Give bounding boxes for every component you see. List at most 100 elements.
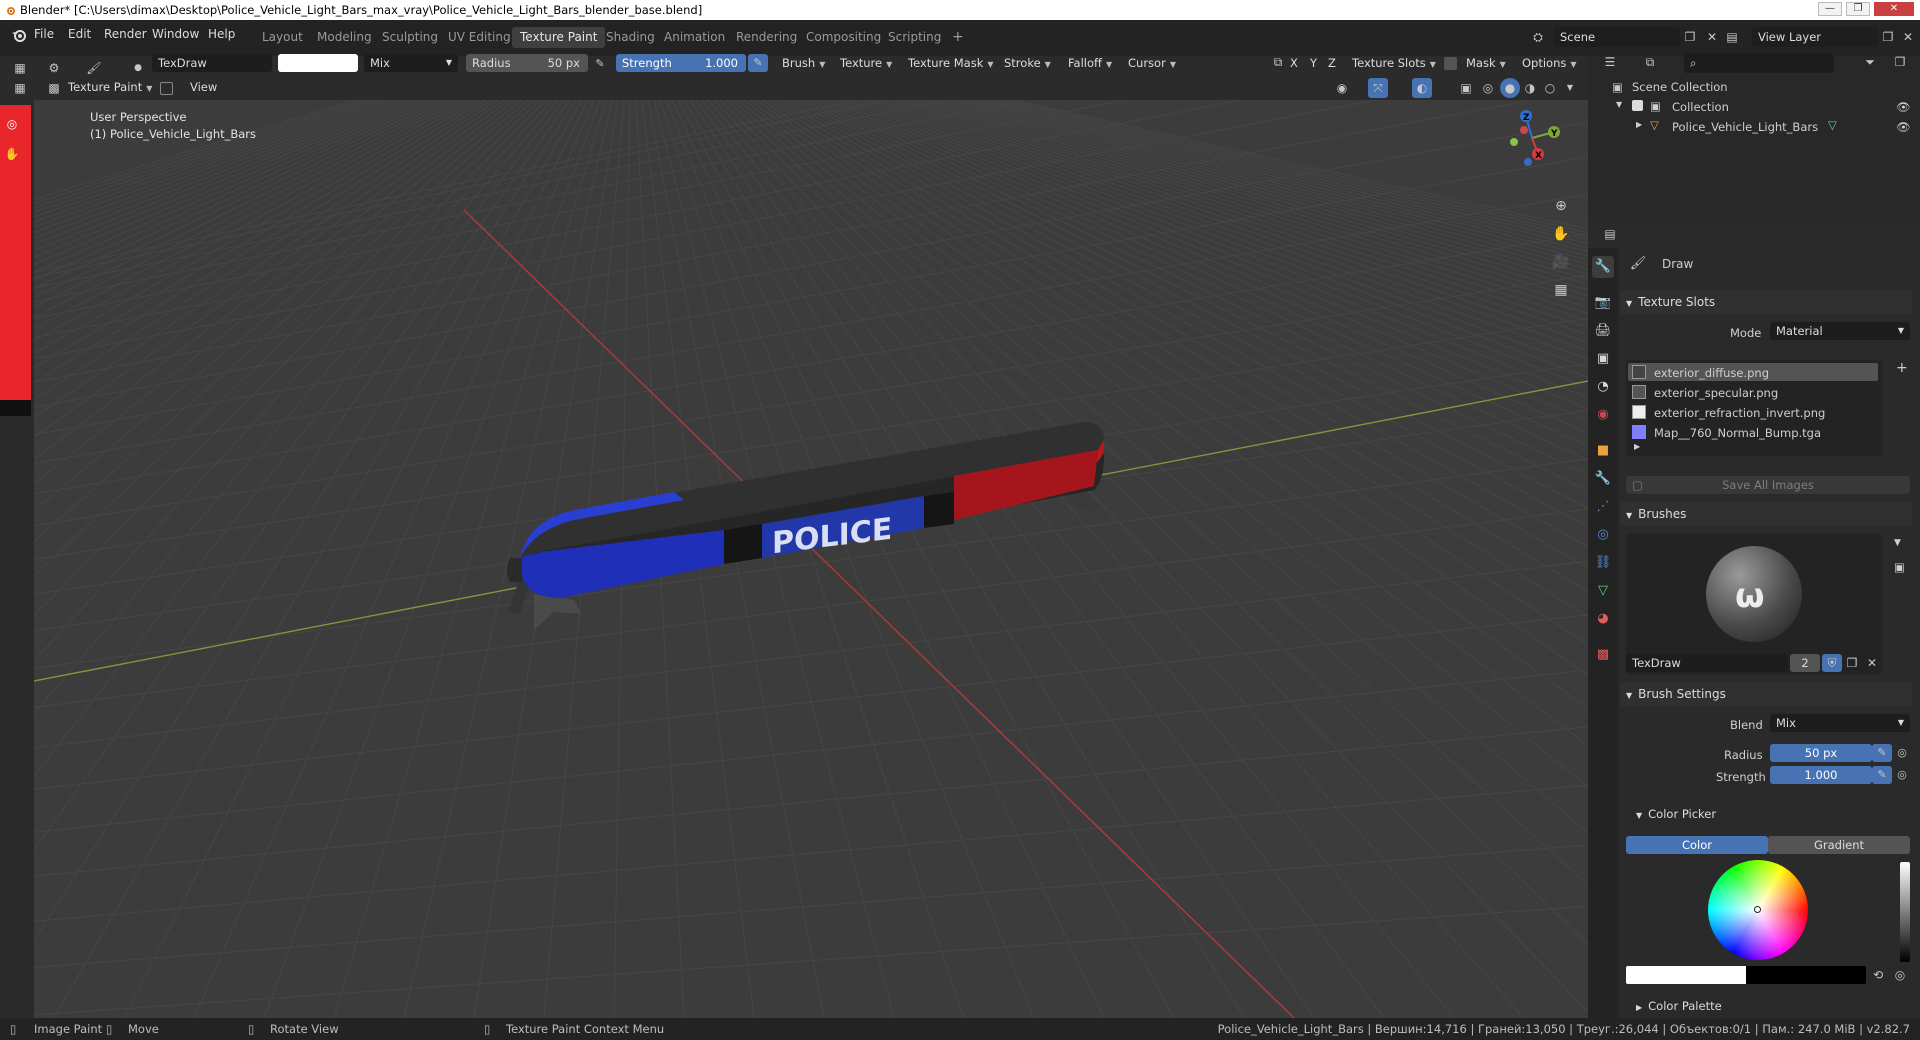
radius-pressure-toggle-icon[interactable]: ✎ <box>1872 744 1892 762</box>
police-light-bar-object[interactable]: POLICE <box>507 422 1105 630</box>
navigation-gizmo[interactable]: Z Y X <box>1486 102 1578 178</box>
color-picker-subpanel-header[interactable]: ▼ Color Picker <box>1636 804 1716 824</box>
texture-slot-item[interactable]: exterior_diffuse.png <box>1654 366 1769 380</box>
menu-window[interactable]: Window <box>152 27 199 41</box>
wireframe-shading-icon[interactable]: ◎ <box>1478 78 1498 98</box>
fake-user-icon[interactable]: ● <box>128 58 148 78</box>
outliner-object[interactable]: Police_Vehicle_Light_Bars <box>1672 120 1818 134</box>
list-expand-icon[interactable]: ▶ <box>1634 442 1640 451</box>
tab-animation[interactable]: Animation <box>656 27 733 48</box>
texture-slots-panel-header[interactable]: ▼ Texture Slots <box>1620 290 1912 314</box>
mask-checkbox[interactable] <box>1444 57 1457 70</box>
radius-setting-field[interactable]: 50 px <box>1770 744 1872 762</box>
tab-uv-editing[interactable]: UV Editing <box>440 27 519 48</box>
color-wheel-cursor[interactable] <box>1754 906 1761 913</box>
object-expand-icon[interactable]: ▶ <box>1636 120 1642 129</box>
color-tab[interactable]: Color <box>1626 836 1768 854</box>
texture-slot-item[interactable]: Map__760_Normal_Bump.tga <box>1654 426 1821 440</box>
tab-material-icon[interactable]: ◕ <box>1592 608 1614 630</box>
blend-mode-dropdown[interactable]: Mix ▼ <box>364 54 458 72</box>
strength-field[interactable]: Strength 1.000 <box>616 54 746 72</box>
brush-blend-dropdown[interactable]: Mix ▼ <box>1770 714 1910 732</box>
brush-browse-icon[interactable]: ▣ <box>1894 560 1905 574</box>
editor-type-icon[interactable]: ▦ <box>10 58 30 78</box>
rendered-shading-icon[interactable]: ○ <box>1540 78 1560 98</box>
tab-scene-icon[interactable]: ◔ <box>1592 376 1614 398</box>
texture-slot-mode-dropdown[interactable]: Material ▼ <box>1770 322 1910 340</box>
view-menu[interactable]: View <box>190 76 217 98</box>
unlink-brush-icon[interactable]: ✕ <box>1862 654 1882 672</box>
cursor-dropdown[interactable]: Cursor ▼ <box>1128 52 1176 74</box>
collection-expand-icon[interactable]: ▼ <box>1616 100 1622 109</box>
strength-pressure-icon[interactable]: ✎ <box>748 54 768 72</box>
radius-unit-icon[interactable]: ◎ <box>1892 744 1912 762</box>
brush-dropdown[interactable]: Brush ▼ <box>782 52 825 74</box>
sample-icon[interactable]: ◎ <box>2 114 22 134</box>
outliner-editor-icon[interactable]: ☰ <box>1600 52 1620 72</box>
add-workspace-icon[interactable]: + <box>944 27 972 48</box>
tab-modeling[interactable]: Modeling <box>309 27 380 48</box>
fake-user-shield-icon[interactable]: ⛨ <box>1822 654 1842 672</box>
collection-checkbox[interactable] <box>1632 100 1643 111</box>
brush-color-swatch[interactable] <box>278 54 358 72</box>
close-button[interactable]: ✕ <box>1874 2 1914 16</box>
material-shading-icon[interactable]: ◑ <box>1520 78 1540 98</box>
texture-slot-item[interactable]: exterior_refraction_invert.png <box>1654 406 1825 420</box>
gizmo-toggle-icon[interactable]: ⤧ <box>1368 78 1388 98</box>
tab-compositing[interactable]: Compositing <box>798 27 889 48</box>
tab-data-icon[interactable]: ▽ <box>1592 580 1614 602</box>
strength-setting-field[interactable]: 1.000 <box>1770 766 1872 784</box>
tab-modifier-icon[interactable]: 🔧 <box>1592 468 1614 490</box>
tab-physics-icon[interactable]: ◎ <box>1592 524 1614 546</box>
texture-dropdown[interactable]: Texture ▼ <box>840 52 892 74</box>
shading-options-icon[interactable]: ▼ <box>1560 78 1580 98</box>
new-collection-icon[interactable]: ❐ <box>1890 52 1910 72</box>
add-texture-slot-icon[interactable]: + <box>1896 360 1908 376</box>
brushes-panel-header[interactable]: ▼ Brushes <box>1620 502 1912 526</box>
brush-name-field[interactable]: TexDraw <box>152 54 272 72</box>
brush-users-count[interactable]: 2 <box>1790 654 1820 672</box>
brush-list-expand-icon[interactable]: ▼ <box>1894 538 1901 548</box>
duplicate-brush-icon[interactable]: ❐ <box>1842 654 1862 672</box>
tab-output-icon[interactable]: 🖨 <box>1592 320 1614 342</box>
minimize-button[interactable]: — <box>1818 2 1842 16</box>
filter-icon[interactable]: ⏷ <box>1860 52 1880 72</box>
viewport-editor-icon[interactable]: ▦ <box>10 78 30 98</box>
color-palette-subpanel-header[interactable]: ▶ Color Palette <box>1636 996 1722 1016</box>
texture-slot-item[interactable]: exterior_specular.png <box>1654 386 1778 400</box>
tab-tool-icon[interactable]: 🔧 <box>1592 256 1614 278</box>
view-layer-icon[interactable]: ▤ <box>1722 27 1742 47</box>
properties-editor-icon[interactable]: ▤ <box>1600 224 1620 244</box>
tab-scripting[interactable]: Scripting <box>880 27 949 48</box>
swap-colors-icon[interactable]: ⟲ <box>1868 966 1888 984</box>
color-pressure-icon[interactable]: ◎ <box>1890 966 1910 984</box>
options-dropdown[interactable]: Options ▼ <box>1522 52 1577 74</box>
scene-icon[interactable]: ⛭ <box>1528 27 1548 47</box>
texture-mask-dropdown[interactable]: Texture Mask ▼ <box>908 52 994 74</box>
mask-dropdown[interactable]: Mask ▼ <box>1466 52 1506 74</box>
mirror-z-toggle[interactable]: Z <box>1328 52 1336 74</box>
new-scene-icon[interactable]: ❐ <box>1680 27 1700 47</box>
solid-shading-icon[interactable]: ● <box>1500 78 1520 98</box>
tab-shading[interactable]: Shading <box>598 27 663 48</box>
outliner-search-input[interactable]: ⌕ <box>1684 53 1834 73</box>
maximize-button[interactable]: ❐ <box>1846 2 1870 16</box>
strength-pressure-toggle-icon[interactable]: ✎ <box>1872 766 1892 784</box>
menu-file[interactable]: File <box>34 27 54 41</box>
xray-icon[interactable]: ▣ <box>1456 78 1476 98</box>
perspective-grid-icon[interactable]: ▦ <box>1551 280 1571 300</box>
object-visibility-icon[interactable]: 👁 <box>1896 120 1911 134</box>
mirror-x-toggle[interactable]: X <box>1290 52 1298 74</box>
mode-selector[interactable]: Texture Paint ▼ <box>68 76 152 98</box>
zoom-icon[interactable]: ⊕ <box>1551 196 1571 216</box>
tab-sculpting[interactable]: Sculpting <box>374 27 446 48</box>
paint-mask-icon[interactable] <box>160 82 173 95</box>
tab-layout[interactable]: Layout <box>254 27 311 48</box>
blender-menu-icon[interactable] <box>10 27 28 43</box>
primary-color-swatch[interactable] <box>1626 966 1746 984</box>
outliner-collection[interactable]: Collection <box>1672 100 1729 114</box>
display-mode-icon[interactable]: ⧉ <box>1640 52 1660 72</box>
overlay-toggle-icon[interactable]: ◐ <box>1412 78 1432 98</box>
menu-help[interactable]: Help <box>208 27 235 41</box>
texture-slots-dropdown[interactable]: Texture Slots ▼ <box>1352 52 1436 74</box>
